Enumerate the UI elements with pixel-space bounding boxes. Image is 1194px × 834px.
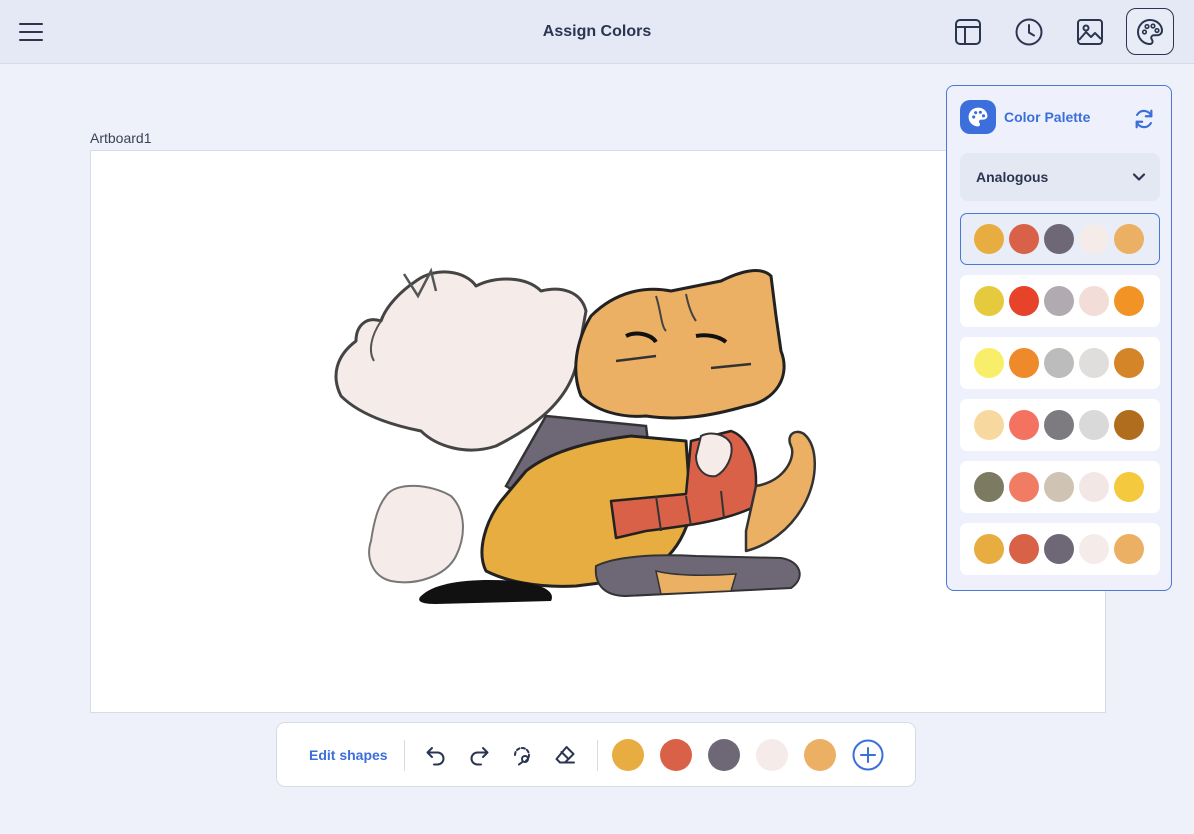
- color-palette-panel: Color Palette Analogous: [946, 85, 1172, 591]
- redo-icon: [470, 747, 489, 766]
- lasso-button[interactable]: [509, 742, 535, 768]
- palette-swatch: [1009, 410, 1039, 440]
- clock-history-icon: [1015, 18, 1043, 46]
- palette-swatch: [974, 534, 1004, 564]
- palette-swatch: [1044, 348, 1074, 378]
- color-swatch-button[interactable]: [612, 739, 644, 771]
- harmony-dropdown-value: Analogous: [976, 169, 1049, 185]
- lasso-icon: [513, 746, 530, 766]
- palette-swatch: [974, 472, 1004, 502]
- palette-swatch: [1044, 286, 1074, 316]
- undo-icon: [426, 747, 445, 766]
- eraser-button[interactable]: [552, 742, 578, 768]
- palette-swatch: [1009, 472, 1039, 502]
- layout-panel-button[interactable]: [944, 8, 992, 56]
- palette-swatch: [974, 410, 1004, 440]
- palette-swatch: [1079, 472, 1109, 502]
- color-swatch-button[interactable]: [708, 739, 740, 771]
- edit-shapes-button[interactable]: Edit shapes: [309, 747, 388, 763]
- toolbar-divider: [404, 740, 405, 771]
- history-button[interactable]: [1005, 8, 1053, 56]
- palette-swatch: [974, 224, 1004, 254]
- hamburger-menu-icon[interactable]: [14, 16, 48, 48]
- palette-logo-icon: [960, 100, 996, 134]
- palette-swatch: [1114, 472, 1144, 502]
- palette-swatch: [974, 286, 1004, 316]
- palette-swatch: [1079, 534, 1109, 564]
- palette-swatch: [1114, 286, 1144, 316]
- palette-panel-title: Color Palette: [1004, 109, 1091, 125]
- palette-swatch: [1009, 224, 1039, 254]
- palette-swatch: [1079, 286, 1109, 316]
- layout-panel-icon: [955, 19, 981, 45]
- color-swatch-button[interactable]: [660, 739, 692, 771]
- palette-swatch: [1044, 224, 1074, 254]
- palette-icon: [1136, 18, 1164, 45]
- color-swatch-button[interactable]: [804, 739, 836, 771]
- eraser-icon: [555, 746, 575, 764]
- palette-swatch: [1009, 348, 1039, 378]
- palette-swatch: [1114, 410, 1144, 440]
- palette-swatch: [1044, 472, 1074, 502]
- palette-button[interactable]: [1126, 8, 1174, 55]
- harmony-dropdown[interactable]: Analogous: [960, 153, 1160, 201]
- palette-swatch: [1009, 534, 1039, 564]
- palette-swatch: [1079, 410, 1109, 440]
- palette-swatch: [974, 348, 1004, 378]
- palette-row[interactable]: [960, 523, 1160, 575]
- top-bar: Assign Colors: [0, 0, 1194, 64]
- undo-button[interactable]: [423, 742, 449, 768]
- palette-swatch: [1009, 286, 1039, 316]
- palette-swatch: [1114, 534, 1144, 564]
- palette-swatch: [1044, 410, 1074, 440]
- plus-circle-icon[interactable]: [852, 739, 884, 771]
- palette-row[interactable]: [960, 337, 1160, 389]
- palette-row[interactable]: [960, 213, 1160, 265]
- palette-swatch: [1079, 224, 1109, 254]
- refresh-icon[interactable]: [1131, 106, 1157, 132]
- image-button[interactable]: [1066, 8, 1114, 56]
- palette-swatch: [1079, 348, 1109, 378]
- artboard-label: Artboard1: [90, 130, 152, 146]
- chevron-down-icon: [1132, 173, 1146, 181]
- palette-row[interactable]: [960, 275, 1160, 327]
- redo-button[interactable]: [466, 742, 492, 768]
- palette-swatch: [1114, 348, 1144, 378]
- image-icon: [1077, 19, 1103, 45]
- color-swatch-button[interactable]: [756, 739, 788, 771]
- bottom-toolbar: Edit shapes: [276, 722, 916, 787]
- palette-swatch: [1114, 224, 1144, 254]
- palette-row[interactable]: [960, 461, 1160, 513]
- toolbar-divider: [597, 740, 598, 771]
- palette-swatch: [1044, 534, 1074, 564]
- cat-illustration[interactable]: [326, 256, 826, 606]
- palette-row[interactable]: [960, 399, 1160, 451]
